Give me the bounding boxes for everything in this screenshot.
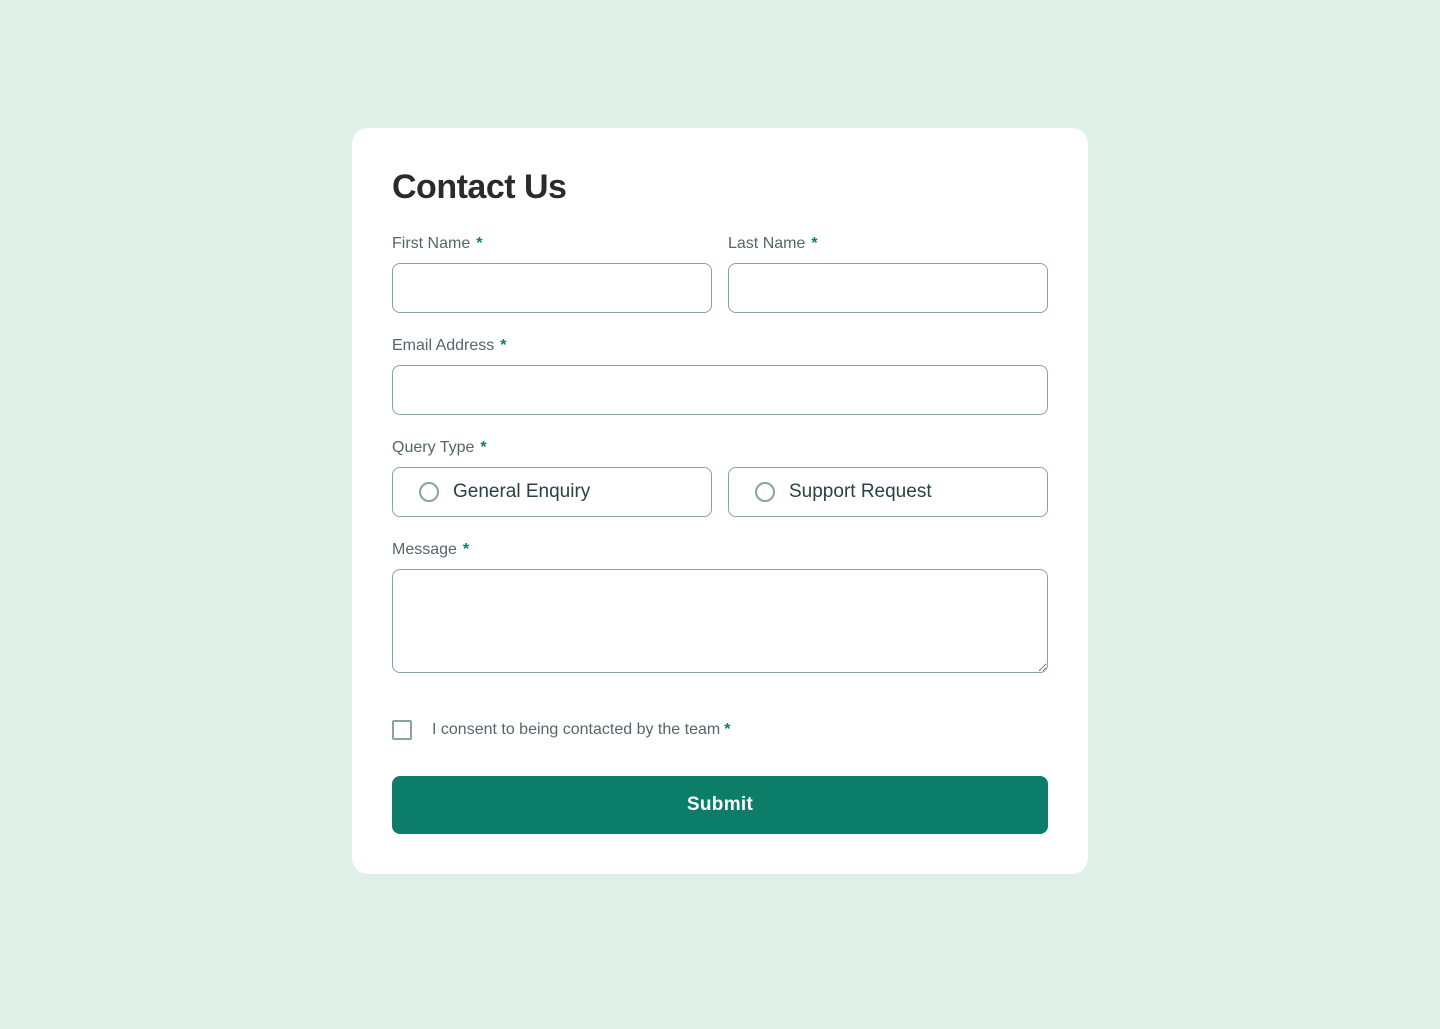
radio-label: General Enquiry bbox=[453, 481, 590, 503]
last-name-input[interactable] bbox=[728, 263, 1048, 313]
required-mark: * bbox=[476, 235, 482, 252]
page-title: Contact Us bbox=[392, 168, 1048, 207]
first-name-field: First Name* bbox=[392, 235, 712, 313]
required-mark: * bbox=[463, 541, 469, 558]
required-mark: * bbox=[500, 337, 506, 354]
query-type-label: Query Type* bbox=[392, 439, 1048, 457]
contact-form-card: Contact Us First Name* Last Name* Email … bbox=[352, 128, 1088, 874]
email-label: Email Address* bbox=[392, 337, 1048, 355]
message-input[interactable] bbox=[392, 569, 1048, 673]
first-name-input[interactable] bbox=[392, 263, 712, 313]
last-name-field: Last Name* bbox=[728, 235, 1048, 313]
query-type-option-support[interactable]: Support Request bbox=[728, 467, 1048, 517]
email-input[interactable] bbox=[392, 365, 1048, 415]
last-name-label: Last Name* bbox=[728, 235, 1048, 253]
consent-label[interactable]: I consent to being contacted by the team… bbox=[432, 721, 730, 739]
consent-row: I consent to being contacted by the team… bbox=[392, 720, 1048, 740]
query-type-field: Query Type* General Enquiry Support Requ… bbox=[392, 439, 1048, 517]
consent-checkbox[interactable] bbox=[392, 720, 412, 740]
radio-label: Support Request bbox=[789, 481, 932, 503]
radio-icon bbox=[755, 482, 775, 502]
query-type-options: General Enquiry Support Request bbox=[392, 467, 1048, 517]
first-name-label: First Name* bbox=[392, 235, 712, 253]
required-mark: * bbox=[724, 721, 730, 738]
email-field: Email Address* bbox=[392, 337, 1048, 415]
required-mark: * bbox=[480, 439, 486, 456]
radio-icon bbox=[419, 482, 439, 502]
query-type-option-general[interactable]: General Enquiry bbox=[392, 467, 712, 517]
submit-button[interactable]: Submit bbox=[392, 776, 1048, 834]
required-mark: * bbox=[811, 235, 817, 252]
message-label: Message* bbox=[392, 541, 1048, 559]
message-field: Message* bbox=[392, 541, 1048, 678]
name-row: First Name* Last Name* bbox=[392, 235, 1048, 313]
